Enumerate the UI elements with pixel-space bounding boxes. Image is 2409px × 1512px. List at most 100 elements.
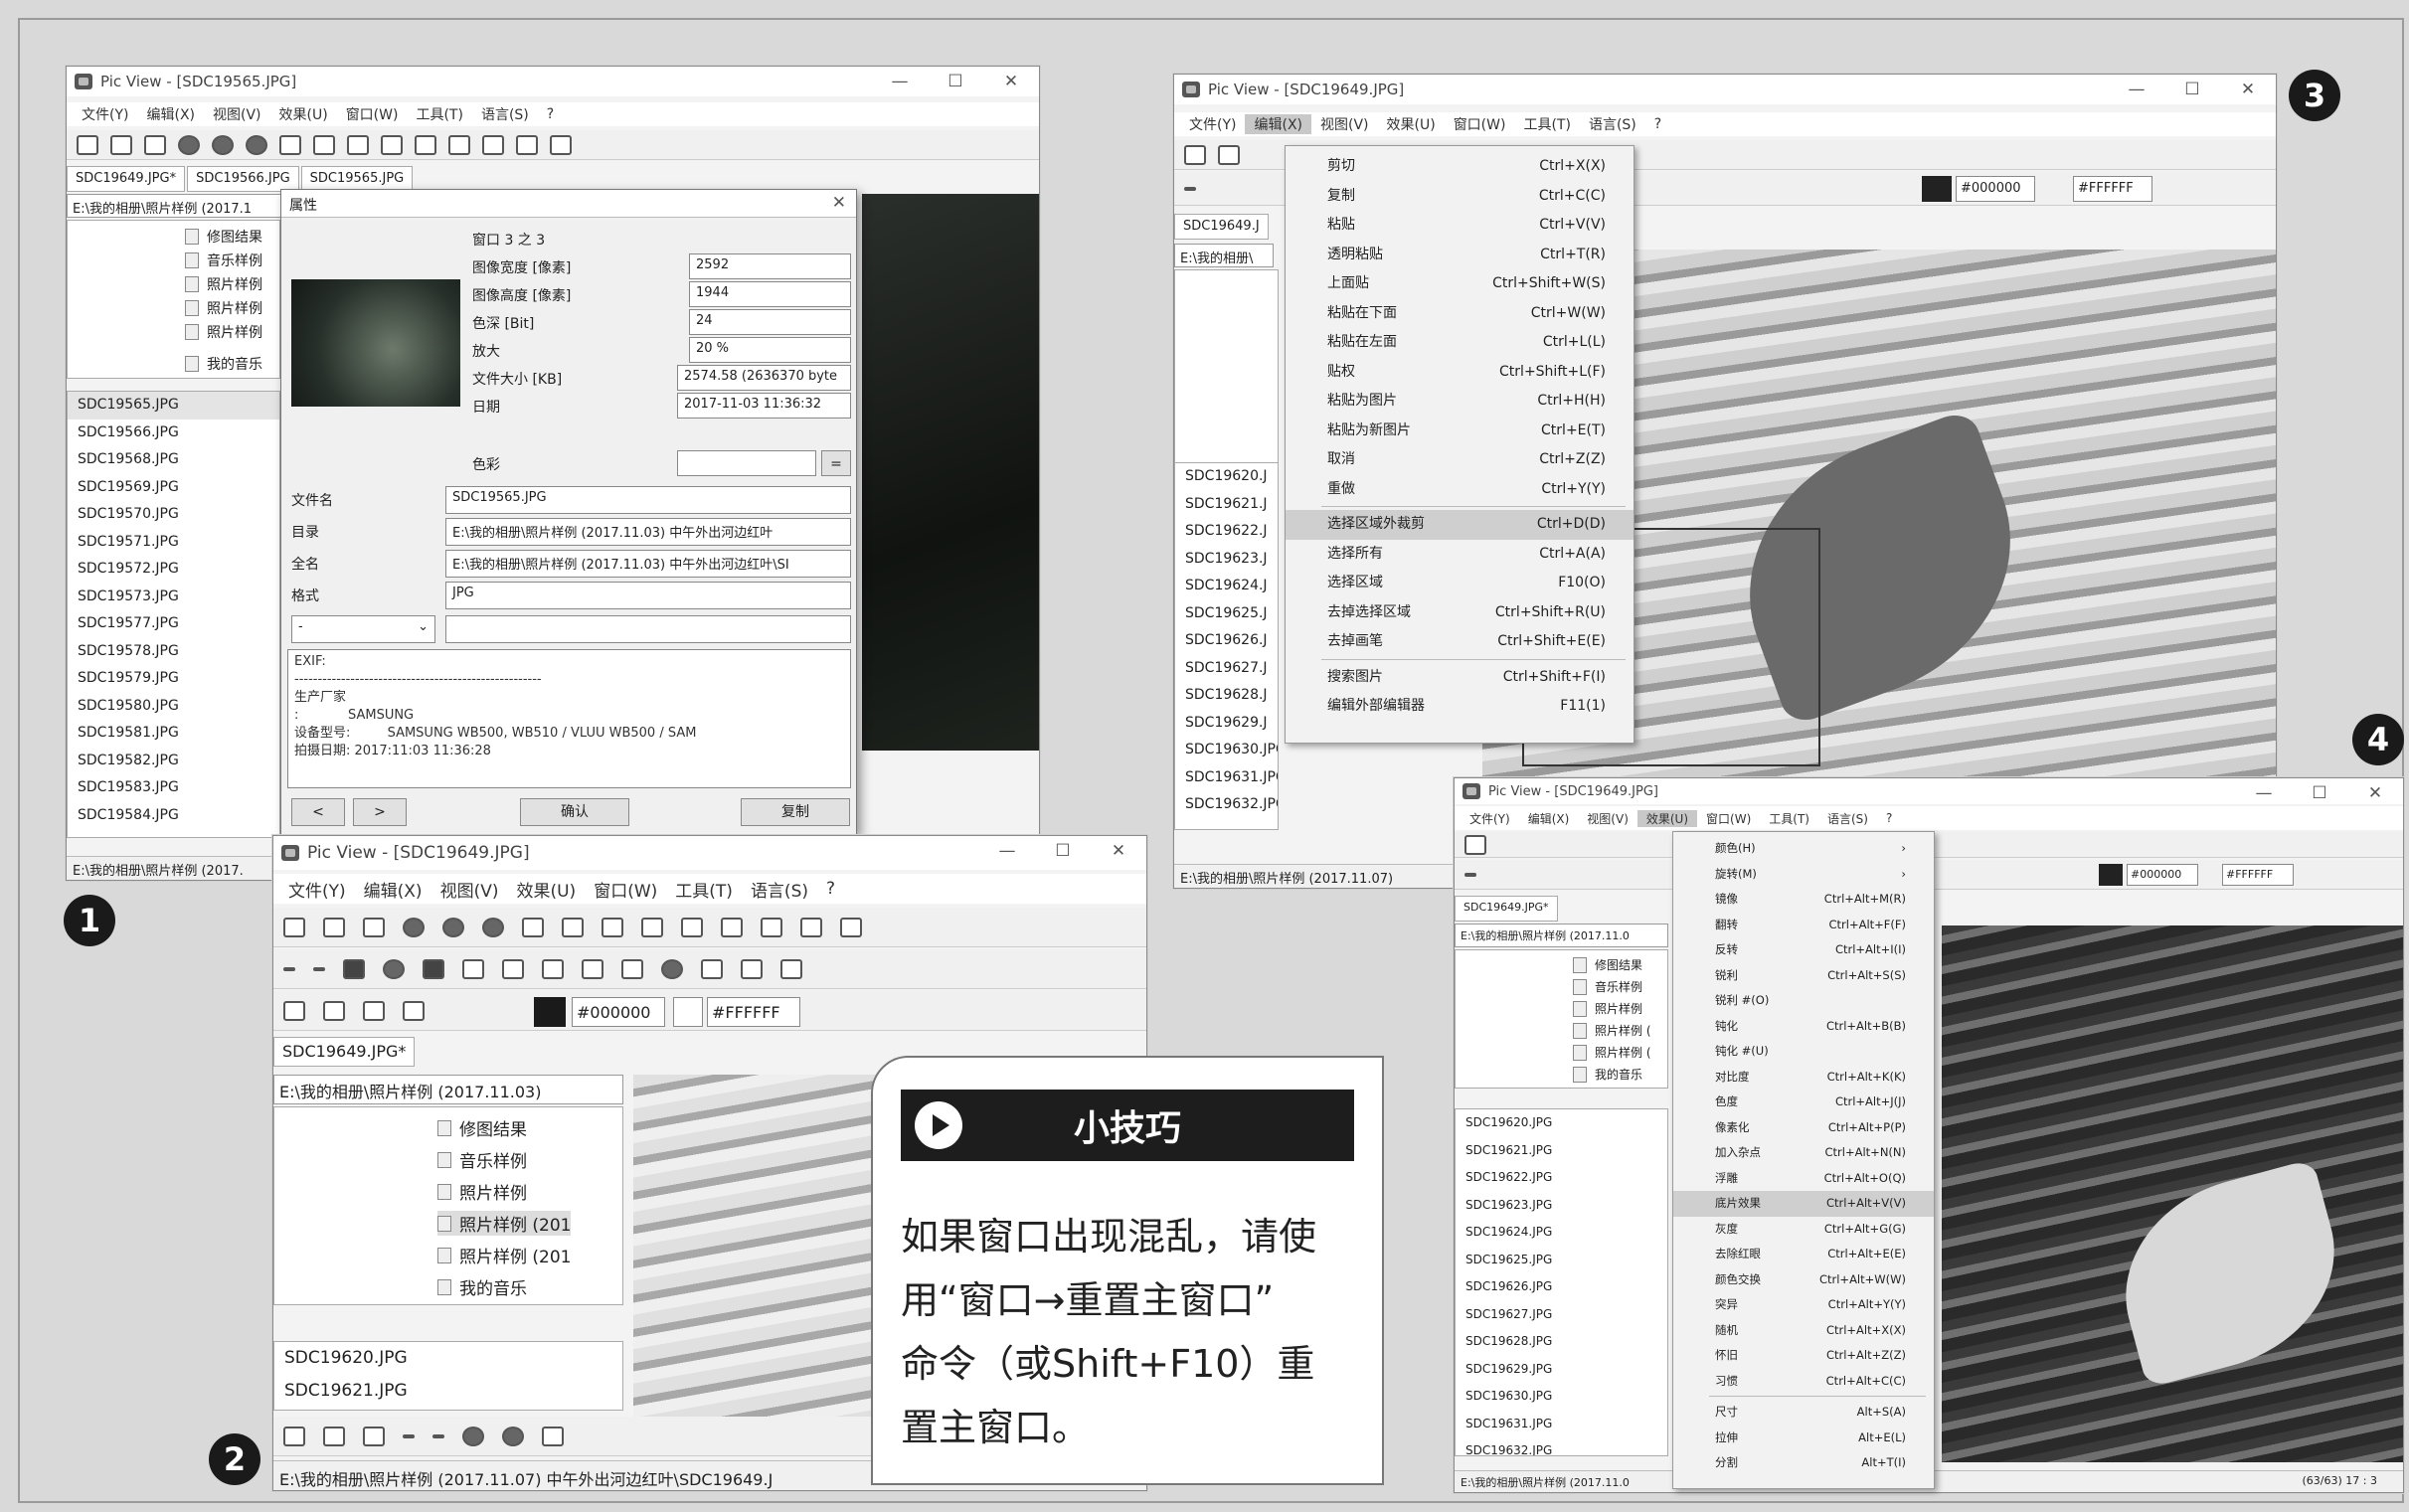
menu-item[interactable]: 旋转(M) › bbox=[1673, 862, 1934, 888]
dialog-close-button[interactable]: ✕ bbox=[832, 193, 846, 213]
menu-help[interactable]: ? bbox=[1645, 116, 1670, 132]
close-button[interactable]: ✕ bbox=[1091, 836, 1146, 870]
menu-item[interactable]: 颜色交换 Ctrl+Alt+W(W) bbox=[1673, 1267, 1934, 1293]
file-item[interactable]: SDC19625.J bbox=[1175, 600, 1278, 628]
rotate-right-icon[interactable] bbox=[502, 1426, 524, 1446]
prop-value[interactable]: 24 bbox=[689, 309, 851, 335]
delete-icon[interactable] bbox=[721, 917, 743, 937]
menu-item[interactable]: 去掉画笔 Ctrl+Shift+E(E) bbox=[1286, 627, 1634, 657]
menu-item[interactable]: 粘贴在下面 Ctrl+W(W) bbox=[1286, 299, 1634, 329]
line-icon[interactable] bbox=[1184, 186, 1196, 191]
prop-value[interactable]: 2574.58 (2636370 byte bbox=[677, 365, 851, 391]
menu-file[interactable]: 文件(Y) bbox=[73, 104, 137, 124]
menu-language[interactable]: 语言(S) bbox=[1580, 114, 1645, 134]
file-item[interactable]: SDC19572.JPG bbox=[68, 556, 279, 584]
tree-item[interactable]: 我的音乐 bbox=[1595, 1066, 1642, 1083]
redo-icon[interactable] bbox=[780, 958, 802, 979]
prop-value[interactable]: 20 % bbox=[689, 337, 851, 363]
menu-item[interactable]: 拉伸 Alt+E(L) bbox=[1673, 1426, 1934, 1451]
open-icon[interactable] bbox=[1464, 834, 1486, 855]
menu-item[interactable]: 镜像 Ctrl+Alt+M(R) bbox=[1673, 887, 1934, 913]
print-icon[interactable] bbox=[363, 917, 385, 937]
file-item[interactable]: SDC19623.J bbox=[1175, 546, 1278, 574]
menu-view[interactable]: 视图(V) bbox=[431, 877, 508, 902]
copy-icon[interactable] bbox=[363, 1426, 385, 1446]
menu-help[interactable]: ? bbox=[538, 106, 563, 122]
menu-item[interactable]: 取消 Ctrl+Z(Z) bbox=[1286, 445, 1634, 475]
window-icon[interactable] bbox=[482, 134, 504, 155]
tree-item[interactable]: 音乐样例 bbox=[207, 251, 262, 270]
file-item[interactable]: SDC19623.JPG bbox=[1456, 1192, 1667, 1220]
prev-button[interactable]: < bbox=[291, 798, 345, 826]
menu-help[interactable]: ? bbox=[1877, 811, 1901, 825]
line-icon[interactable] bbox=[1464, 872, 1476, 877]
close-button[interactable]: ✕ bbox=[2347, 778, 2403, 808]
fg-color-swatch[interactable] bbox=[1922, 176, 1952, 202]
menu-file[interactable]: 文件(Y) bbox=[1461, 810, 1519, 827]
file-item[interactable]: SDC19626.JPG bbox=[1456, 1273, 1667, 1301]
menu-item[interactable]: 突异 Ctrl+Alt+Y(Y) bbox=[1673, 1292, 1934, 1318]
select-rect-icon[interactable] bbox=[621, 958, 643, 979]
grid-icon[interactable] bbox=[542, 1426, 564, 1446]
menu-item[interactable]: 锐利 Ctrl+Alt+S(S) bbox=[1673, 963, 1934, 989]
file-item[interactable]: SDC19622.JPG bbox=[1456, 1164, 1667, 1192]
file-item[interactable]: SDC19570.JPG bbox=[68, 501, 279, 529]
fill-icon[interactable] bbox=[462, 958, 484, 979]
fg-color-value[interactable]: #000000 bbox=[2127, 864, 2198, 886]
prop-value[interactable]: 2017-11-03 11:36:32 bbox=[677, 393, 851, 419]
brush-icon[interactable] bbox=[800, 917, 822, 937]
menu-item[interactable]: 翻转 Ctrl+Alt+F(F) bbox=[1673, 913, 1934, 938]
menu-effect[interactable]: 效果(U) bbox=[507, 877, 585, 902]
menu-item[interactable]: 粘贴 Ctrl+V(V) bbox=[1286, 211, 1634, 241]
tree-item[interactable]: 音乐样例 bbox=[459, 1147, 527, 1172]
menu-item[interactable]: 怀旧 Ctrl+Alt+Z(Z) bbox=[1673, 1343, 1934, 1369]
file-item[interactable]: SDC19628.JPG bbox=[1456, 1328, 1667, 1356]
tab-1[interactable]: SDC19649.JPG* bbox=[273, 1037, 416, 1067]
file-item[interactable]: SDC19584.JPG bbox=[68, 802, 279, 830]
menu-item[interactable]: 习惯 Ctrl+Alt+C(C) bbox=[1673, 1369, 1934, 1395]
file-item[interactable]: SDC19620.JPG bbox=[274, 1342, 622, 1375]
tree-item[interactable]: 我的音乐 bbox=[459, 1274, 527, 1299]
file-item[interactable]: SDC19620.J bbox=[1175, 463, 1278, 491]
menu-item[interactable]: 搜索图片 Ctrl+Shift+F(I) bbox=[1286, 663, 1634, 693]
minimize-button[interactable]: — bbox=[872, 67, 928, 96]
path-combo[interactable]: E:\我的相册\照片样例 (2017.11.0 bbox=[1455, 924, 1668, 947]
menu-edit[interactable]: 编辑(X) bbox=[1245, 114, 1311, 134]
path-combo[interactable]: E:\我的相册\ bbox=[1174, 244, 1274, 267]
menu-file[interactable]: 文件(Y) bbox=[1180, 114, 1245, 134]
remove-icon[interactable] bbox=[432, 1433, 444, 1438]
exif-select[interactable]: - ⌄ bbox=[291, 615, 435, 643]
bg-color-value[interactable]: #FFFFFF bbox=[2222, 864, 2294, 886]
menu-language[interactable]: 语言(S) bbox=[742, 877, 817, 902]
cascade-icon[interactable] bbox=[550, 134, 572, 155]
file-item[interactable]: SDC19573.JPG bbox=[68, 584, 279, 611]
info-icon[interactable] bbox=[403, 917, 425, 937]
file-item[interactable]: SDC19569.JPG bbox=[68, 474, 279, 502]
file-item[interactable]: SDC19626.J bbox=[1175, 627, 1278, 655]
prev-icon[interactable] bbox=[442, 917, 464, 937]
file-item[interactable]: SDC19632.JPG bbox=[1175, 791, 1278, 819]
fit-icon[interactable] bbox=[602, 917, 623, 937]
menu-item[interactable]: 加入杂点 Ctrl+Alt+N(N) bbox=[1673, 1140, 1934, 1166]
file-item[interactable]: SDC19566.JPG bbox=[68, 420, 279, 447]
prev-icon[interactable] bbox=[212, 134, 234, 155]
menu-edit[interactable]: 编辑(X) bbox=[137, 104, 204, 124]
text-style-icon[interactable] bbox=[323, 1000, 345, 1021]
file-item[interactable]: SDC19630.JPG bbox=[1175, 737, 1278, 764]
file-value[interactable]: E:\我的相册\照片样例 (2017.11.03) 中午外出河边红叶 bbox=[445, 518, 851, 546]
file-item[interactable]: SDC19628.J bbox=[1175, 682, 1278, 710]
file-item[interactable]: SDC19568.JPG bbox=[68, 446, 279, 474]
file-item[interactable]: SDC19578.JPG bbox=[68, 638, 279, 666]
menu-item[interactable]: 钝化 Ctrl+Alt+B(B) bbox=[1673, 1014, 1934, 1040]
fg-color-swatch[interactable] bbox=[534, 997, 566, 1027]
bg-color-swatch[interactable] bbox=[673, 997, 703, 1027]
open-icon[interactable] bbox=[283, 1426, 305, 1446]
stamp-icon[interactable] bbox=[542, 958, 564, 979]
path-combo[interactable]: E:\我的相册\照片样例 (2017.1 bbox=[67, 194, 305, 218]
file-item[interactable]: SDC19582.JPG bbox=[68, 748, 279, 775]
file-item[interactable]: SDC19630.JPG bbox=[1456, 1383, 1667, 1411]
menu-item[interactable]: 随机 Ctrl+Alt+X(X) bbox=[1673, 1318, 1934, 1344]
prop-value[interactable]: 2592 bbox=[689, 253, 851, 279]
menu-window[interactable]: 窗口(W) bbox=[337, 104, 408, 124]
tree-item[interactable]: 照片样例 bbox=[207, 298, 262, 318]
